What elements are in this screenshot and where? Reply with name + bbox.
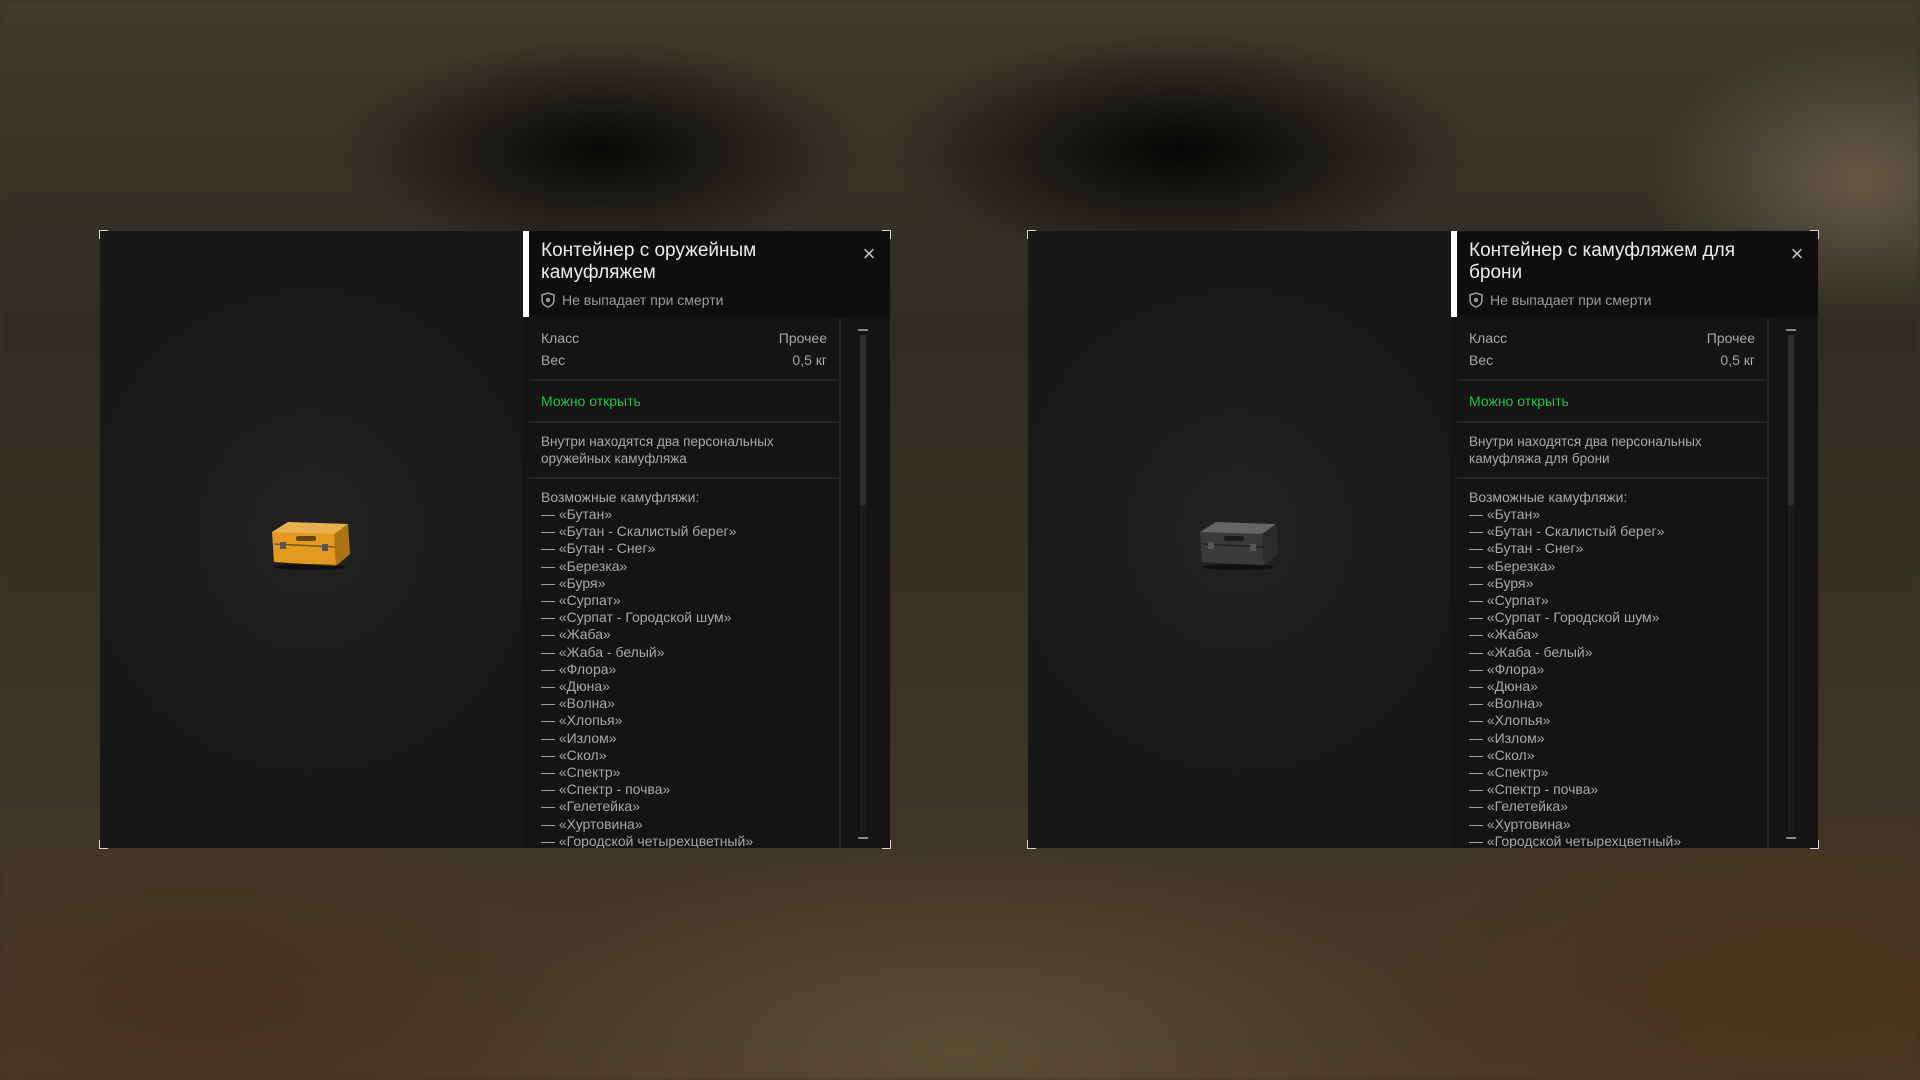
camo-list: — «Бутан» — «Бутан - Скалистый берег» — «Б… <box>1469 506 1755 848</box>
item-header: Контейнер с оружейным камуфляжем × Не вы… <box>523 231 890 317</box>
camo-list-item: — «Жаба» <box>1469 626 1539 643</box>
camo-list-item: — «Хуртовина» <box>541 815 643 832</box>
stat-row-class: Класс Прочее <box>541 327 827 349</box>
camo-list-item: — «Бутан - Снег» <box>541 540 656 557</box>
camo-list-item: — «Жаба - белый» <box>541 643 665 660</box>
stat-row-class: Класс Прочее <box>1469 327 1755 349</box>
camo-list-item: — «Буря» <box>541 574 606 591</box>
stats-section: Класс Прочее Вес 0,5 кг <box>529 319 839 381</box>
openable-status: Можно открыть <box>1457 381 1767 423</box>
no-drop-status: Не выпадает при смерти <box>1469 292 1651 308</box>
camo-list-item: — «Хлопья» <box>541 712 623 729</box>
camo-list-item: — «Городской четырехцветный» <box>1469 832 1682 848</box>
item-info-pane: Контейнер с оружейным камуфляжем × Не вы… <box>523 231 890 848</box>
scroll-thumb[interactable] <box>860 335 866 505</box>
camo-list-item: — «Скол» <box>541 746 607 763</box>
scrollbar[interactable] <box>857 329 869 839</box>
no-drop-label: Не выпадает при смерти <box>562 292 724 308</box>
camo-list-item: — «Бутан - Скалистый берег» <box>1469 523 1665 540</box>
camo-list-section: Возможные камуфляжи: — «Бутан» — «Бутан -… <box>1457 479 1767 848</box>
item-details[interactable]: Класс Прочее Вес 0,5 кг Можно открыть Вн… <box>529 319 841 848</box>
stat-value: 0,5 кг <box>1720 352 1755 368</box>
item-card-weapon-camo-container: Контейнер с оружейным камуфляжем × Не вы… <box>99 230 891 849</box>
camo-list-item: — «Волна» <box>1469 695 1543 712</box>
camo-list-item: — «Бутан» <box>1469 506 1541 522</box>
camo-list-item: — «Излом» <box>1469 729 1545 746</box>
camo-list-section: Возможные камуфляжи: — «Бутан» — «Бутан -… <box>529 479 839 848</box>
camo-list-item: — «Спектр - почва» <box>541 781 671 798</box>
camo-list-item: — «Сурпат - Городской шум» <box>1469 609 1660 626</box>
camo-list: — «Бутан» — «Бутан - Скалистый берег» — «Б… <box>541 506 827 848</box>
close-icon[interactable]: × <box>1786 243 1808 265</box>
camo-list-item: — «Флора» <box>1469 660 1545 677</box>
stats-section: Класс Прочее Вес 0,5 кг <box>1457 319 1767 381</box>
scroll-cap-top <box>1786 329 1796 331</box>
camo-list-item: — «Сурпат» <box>1469 592 1549 609</box>
camo-list-item: — «Жаба» <box>541 626 611 643</box>
stat-value: Прочее <box>1706 330 1755 346</box>
container-case-icon <box>272 522 350 570</box>
camo-list-item: — «Хуртовина» <box>1469 815 1571 832</box>
camo-list-item: — «Бутан» <box>541 506 613 522</box>
camo-list-item: — «Волна» <box>541 695 615 712</box>
stat-row-weight: Вес 0,5 кг <box>541 349 827 371</box>
openable-status: Можно открыть <box>529 381 839 423</box>
container-case-icon <box>1200 522 1278 570</box>
item-title: Контейнер с оружейным камуфляжем <box>541 240 757 283</box>
item-card-armor-camo-container: Контейнер с камуфляжем для брони × Не вы… <box>1027 230 1819 849</box>
stat-row-weight: Вес 0,5 кг <box>1469 349 1755 371</box>
scroll-cap-bottom <box>1786 837 1796 839</box>
camo-list-item: — «Излом» <box>541 729 617 746</box>
close-icon[interactable]: × <box>858 243 880 265</box>
camo-list-item: — «Буря» <box>1469 574 1534 591</box>
stat-label: Вес <box>541 352 566 368</box>
camo-list-item: — «Спектр» <box>1469 764 1549 781</box>
camo-list-item: — «Дюна» <box>1469 678 1538 695</box>
camo-list-item: — «Спектр» <box>541 764 621 781</box>
item-preview <box>100 231 523 848</box>
shield-icon <box>541 292 555 308</box>
no-drop-label: Не выпадает при смерти <box>1490 292 1652 308</box>
stat-label: Класс <box>541 330 580 346</box>
stat-label: Вес <box>1469 352 1494 368</box>
camo-list-item: — «Бутан - Снег» <box>1469 540 1584 557</box>
camo-list-item: — «Гелетейка» <box>541 798 640 815</box>
camo-list-item: — «Гелетейка» <box>1469 798 1568 815</box>
scroll-cap-bottom <box>858 837 868 839</box>
no-drop-status: Не выпадает при смерти <box>541 292 723 308</box>
camo-list-item: — «Городской четырехцветный» <box>541 832 754 848</box>
item-description: Внутри находятся два персональных оружей… <box>529 423 839 479</box>
item-header: Контейнер с камуфляжем для брони × Не вы… <box>1451 231 1818 317</box>
camo-list-item: — «Сурпат» <box>541 592 621 609</box>
item-description: Внутри находятся два персональных камуфл… <box>1457 423 1767 479</box>
stat-value: 0,5 кг <box>792 352 827 368</box>
camo-list-item: — «Жаба - белый» <box>1469 643 1593 660</box>
item-details[interactable]: Класс Прочее Вес 0,5 кг Можно открыть Вн… <box>1457 319 1769 848</box>
camo-list-item: — «Скол» <box>1469 746 1535 763</box>
item-preview <box>1028 231 1451 848</box>
camo-list-item: — «Хлопья» <box>1469 712 1551 729</box>
scroll-thumb[interactable] <box>1788 335 1794 505</box>
scrollbar[interactable] <box>1785 329 1797 839</box>
stat-label: Класс <box>1469 330 1508 346</box>
camo-list-item: — «Березка» <box>1469 557 1556 574</box>
camo-list-title: Возможные камуфляжи: <box>1469 489 1628 505</box>
camo-list-item: — «Спектр - почва» <box>1469 781 1599 798</box>
camo-list-item: — «Сурпат - Городской шум» <box>541 609 732 626</box>
camo-list-item: — «Дюна» <box>541 678 610 695</box>
shield-icon <box>1469 292 1483 308</box>
scroll-cap-top <box>858 329 868 331</box>
item-title: Контейнер с камуфляжем для брони <box>1469 240 1736 283</box>
camo-list-title: Возможные камуфляжи: <box>541 489 700 505</box>
item-info-pane: Контейнер с камуфляжем для брони × Не вы… <box>1451 231 1818 848</box>
camo-list-item: — «Флора» <box>541 660 617 677</box>
camo-list-item: — «Березка» <box>541 557 628 574</box>
stat-value: Прочее <box>778 330 827 346</box>
camo-list-item: — «Бутан - Скалистый берег» <box>541 523 737 540</box>
